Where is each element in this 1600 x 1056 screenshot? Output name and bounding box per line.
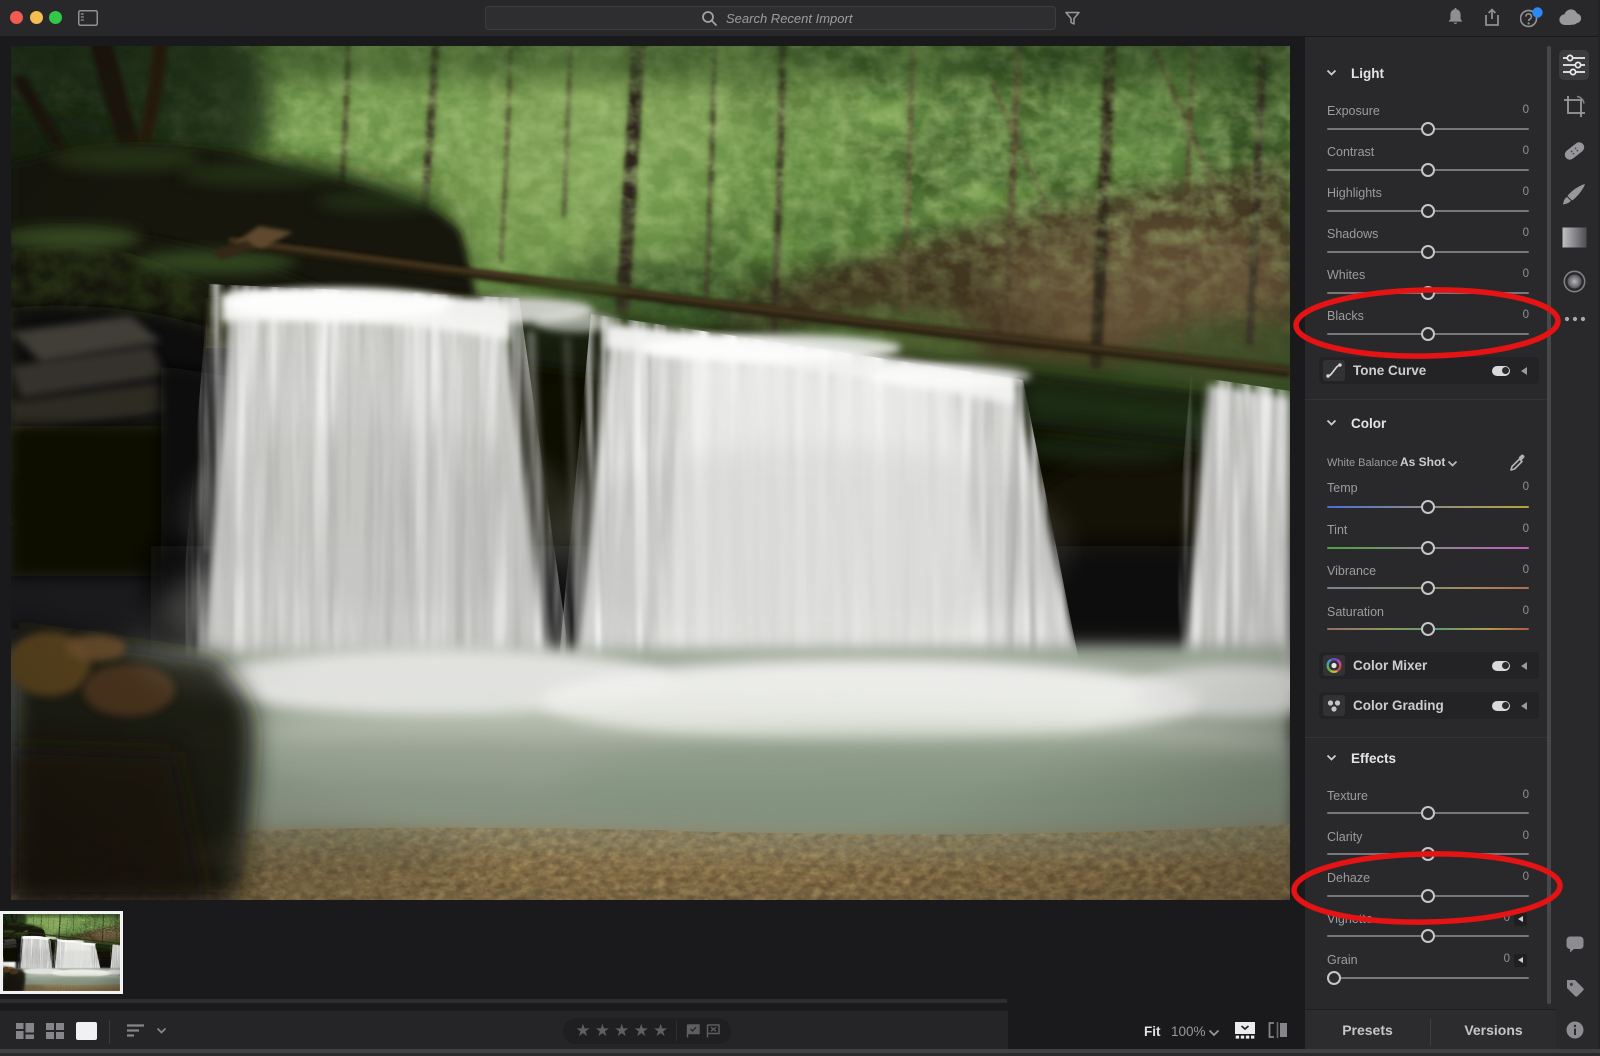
svg-text:★: ★	[595, 1021, 610, 1040]
svg-text:★: ★	[575, 1021, 590, 1040]
svg-text:★: ★	[653, 1021, 668, 1040]
svg-text:★: ★	[634, 1021, 649, 1040]
svg-text:★: ★	[614, 1021, 629, 1040]
